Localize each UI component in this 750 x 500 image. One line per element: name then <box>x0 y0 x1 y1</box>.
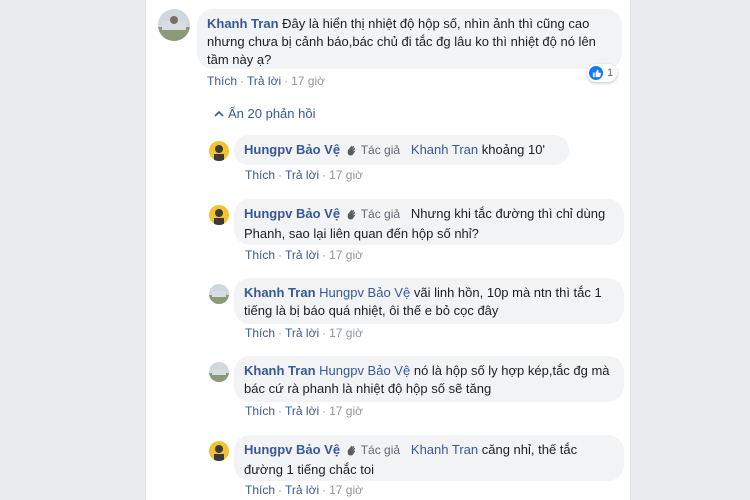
reply-actions: Thích · Trả lời · 17 giờ <box>245 404 363 418</box>
reply-text: khoảng 10' <box>481 142 545 157</box>
avatar-khanh-tran[interactable] <box>209 284 229 304</box>
like-link[interactable]: Thích <box>245 483 275 497</box>
like-reaction-icon <box>589 66 603 80</box>
reply-link[interactable]: Trả lời <box>285 326 319 340</box>
author-tag: Tác giả <box>360 443 401 457</box>
reply-link[interactable]: Trả lời <box>247 74 281 88</box>
comment-actions: Thích · Trả lời · 17 giờ <box>207 74 325 88</box>
reply-link[interactable]: Trả lời <box>285 483 319 497</box>
comment-author[interactable]: Khanh Tran <box>207 16 279 31</box>
avatar-khanh-tran[interactable] <box>158 9 190 41</box>
reply-actions: Thích · Trả lời · 17 giờ <box>245 168 363 182</box>
avatar-image <box>158 9 190 41</box>
like-link[interactable]: Thích <box>245 168 275 182</box>
hide-replies-label: Ẩn 20 phản hồi <box>228 106 316 121</box>
reply-mention[interactable]: Khanh Tran <box>411 142 478 157</box>
avatar-hungpv[interactable] <box>209 141 229 161</box>
waving-hand-icon <box>345 443 358 461</box>
reply-mention[interactable]: Hungpv Bảo Vệ <box>319 363 410 378</box>
like-link[interactable]: Thích <box>207 74 237 88</box>
reaction-count: 1 <box>607 67 614 79</box>
avatar-hungpv[interactable] <box>209 441 229 461</box>
reply-author[interactable]: Hungpv Bảo Vệ <box>244 142 340 157</box>
reply-bubble: Hungpv Bảo Vệ Tác giả Khanh Tran khoảng … <box>234 135 569 165</box>
reply-author[interactable]: Khanh Tran <box>244 363 316 378</box>
comment-time[interactable]: 17 giờ <box>291 74 325 88</box>
like-link[interactable]: Thích <box>245 404 275 418</box>
reply-mention[interactable]: Hungpv Bảo Vệ <box>319 285 410 300</box>
avatar-khanh-tran[interactable] <box>209 362 229 382</box>
comments-panel: Khanh Tran Đây là hiển thị nhiệt độ hộp … <box>145 0 631 500</box>
reply-link[interactable]: Trả lời <box>285 168 319 182</box>
avatar-hungpv[interactable] <box>209 205 229 225</box>
reply-time[interactable]: 17 giờ <box>329 168 363 182</box>
like-link[interactable]: Thích <box>245 248 275 262</box>
hide-replies-link[interactable]: Ẩn 20 phản hồi <box>214 106 315 121</box>
reaction-badge[interactable]: 1 <box>587 64 618 82</box>
reply-bubble: Hungpv Bảo Vệ Tác giả Nhưng khi tắc đườn… <box>234 199 624 245</box>
reply-actions: Thích · Trả lời · 17 giờ <box>245 248 363 262</box>
reply-bubble: Khanh Tran Hungpv Bảo Vệ nó là hộp số ly… <box>234 356 624 402</box>
reply-author[interactable]: Hungpv Bảo Vệ <box>244 206 340 221</box>
reply-author[interactable]: Khanh Tran <box>244 285 316 300</box>
reply-time[interactable]: 17 giờ <box>329 404 363 418</box>
reply-actions: Thích · Trả lời · 17 giờ <box>245 326 363 340</box>
reply-mention[interactable]: Khanh Tran <box>411 442 478 457</box>
reply-author[interactable]: Hungpv Bảo Vệ <box>244 442 340 457</box>
reply-link[interactable]: Trả lời <box>285 404 319 418</box>
like-link[interactable]: Thích <box>245 326 275 340</box>
reply-time[interactable]: 17 giờ <box>329 248 363 262</box>
reply-time[interactable]: 17 giờ <box>329 483 363 497</box>
author-tag: Tác giả <box>360 207 401 221</box>
author-tag: Tác giả <box>360 143 401 157</box>
comment-bubble: Khanh Tran Đây là hiển thị nhiệt độ hộp … <box>197 9 622 69</box>
reply-link[interactable]: Trả lời <box>285 248 319 262</box>
chevron-up-icon <box>214 106 224 121</box>
waving-hand-icon <box>345 207 358 225</box>
reply-actions: Thích · Trả lời · 17 giờ <box>245 483 363 497</box>
reply-bubble: Khanh Tran Hungpv Bảo Vệ vãi linh hồn, 1… <box>234 278 624 324</box>
reply-bubble: Hungpv Bảo Vệ Tác giả Khanh Tran căng nh… <box>234 435 624 481</box>
reply-time[interactable]: 17 giờ <box>329 326 363 340</box>
waving-hand-icon <box>345 143 358 161</box>
